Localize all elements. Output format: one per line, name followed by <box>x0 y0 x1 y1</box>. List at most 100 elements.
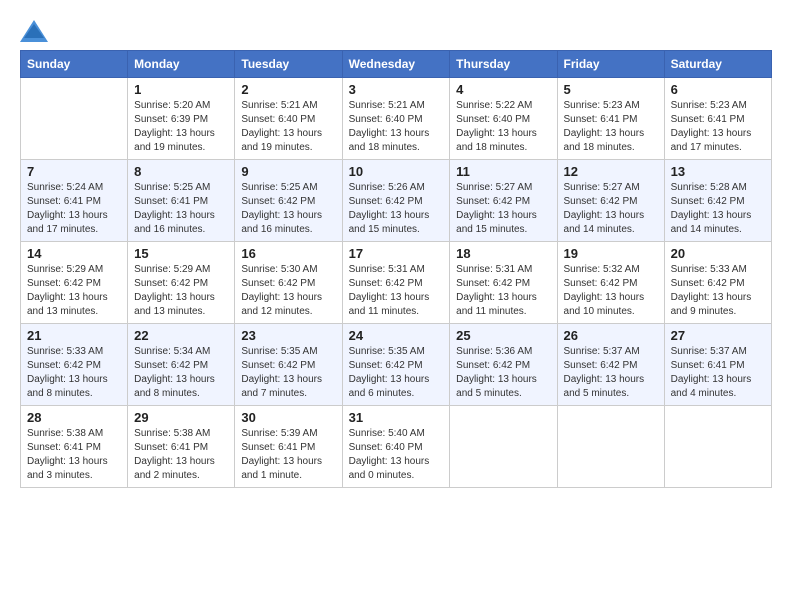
day-cell: 7Sunrise: 5:24 AMSunset: 6:41 PMDaylight… <box>21 160 128 242</box>
day-info: Sunrise: 5:22 AMSunset: 6:40 PMDaylight:… <box>456 99 550 155</box>
day-number: 15 <box>134 246 228 261</box>
day-number: 9 <box>241 164 335 179</box>
day-cell <box>450 406 557 488</box>
day-number: 19 <box>564 246 658 261</box>
day-info: Sunrise: 5:32 AMSunset: 6:42 PMDaylight:… <box>564 263 658 319</box>
day-cell: 9 Sunrise: 5:25 AMSunset: 6:42 PMDaylight… <box>235 160 342 242</box>
col-header-thursday: Thursday <box>450 51 557 78</box>
day-cell: 13Sunrise: 5:28 AMSunset: 6:42 PMDayligh… <box>664 160 771 242</box>
day-info: Sunrise: 5:25 AMSunset: 6:41 PMDaylight:… <box>134 181 228 237</box>
day-number: 17 <box>349 246 444 261</box>
day-cell: 25 Sunrise: 5:36 AMSunset: 6:42 PMDayligh… <box>450 324 557 406</box>
day-info: Sunrise: 5:38 AMSunset: 6:41 PMDaylight:… <box>134 427 228 483</box>
day-number: 2 <box>241 82 335 97</box>
day-cell: 24 Sunrise: 5:35 AMSunset: 6:42 PMDayligh… <box>342 324 450 406</box>
day-cell: 21 Sunrise: 5:33 AMSunset: 6:42 PMDayligh… <box>21 324 128 406</box>
week-row-2: 7Sunrise: 5:24 AMSunset: 6:41 PMDaylight… <box>21 160 772 242</box>
day-number: 4 <box>456 82 550 97</box>
day-info: Sunrise: 5:21 AMSunset: 6:40 PMDaylight:… <box>349 99 444 155</box>
day-cell: 19 Sunrise: 5:32 AMSunset: 6:42 PMDayligh… <box>557 242 664 324</box>
day-cell: 12 Sunrise: 5:27 AMSunset: 6:42 PMDayligh… <box>557 160 664 242</box>
day-cell: 11Sunrise: 5:27 AMSunset: 6:42 PMDayligh… <box>450 160 557 242</box>
day-cell: 31 Sunrise: 5:40 AMSunset: 6:40 PMDayligh… <box>342 406 450 488</box>
day-number: 22 <box>134 328 228 343</box>
week-row-1: 1Sunrise: 5:20 AMSunset: 6:39 PMDaylight… <box>21 78 772 160</box>
day-info: Sunrise: 5:36 AMSunset: 6:42 PMDaylight:… <box>456 345 550 401</box>
day-info: Sunrise: 5:29 AMSunset: 6:42 PMDaylight:… <box>134 263 228 319</box>
logo <box>20 20 48 40</box>
day-number: 26 <box>564 328 658 343</box>
logo-icon <box>20 20 44 40</box>
day-number: 24 <box>349 328 444 343</box>
day-info: Sunrise: 5:31 AMSunset: 6:42 PMDaylight:… <box>456 263 550 319</box>
day-info: Sunrise: 5:29 AMSunset: 6:42 PMDaylight:… <box>27 263 121 319</box>
day-number: 25 <box>456 328 550 343</box>
day-number: 28 <box>27 410 121 425</box>
day-info: Sunrise: 5:38 AMSunset: 6:41 PMDaylight:… <box>27 427 121 483</box>
day-number: 30 <box>241 410 335 425</box>
day-cell: 17 Sunrise: 5:31 AMSunset: 6:42 PMDayligh… <box>342 242 450 324</box>
day-cell: 14Sunrise: 5:29 AMSunset: 6:42 PMDayligh… <box>21 242 128 324</box>
day-number: 3 <box>349 82 444 97</box>
day-cell: 6 Sunrise: 5:23 AMSunset: 6:41 PMDaylight… <box>664 78 771 160</box>
day-cell: 8 Sunrise: 5:25 AMSunset: 6:41 PMDaylight… <box>128 160 235 242</box>
day-cell: 22 Sunrise: 5:34 AMSunset: 6:42 PMDayligh… <box>128 324 235 406</box>
day-cell: 26 Sunrise: 5:37 AMSunset: 6:42 PMDayligh… <box>557 324 664 406</box>
day-cell <box>664 406 771 488</box>
day-number: 6 <box>671 82 765 97</box>
day-number: 5 <box>564 82 658 97</box>
day-number: 12 <box>564 164 658 179</box>
day-info: Sunrise: 5:31 AMSunset: 6:42 PMDaylight:… <box>349 263 444 319</box>
day-cell: 30 Sunrise: 5:39 AMSunset: 6:41 PMDayligh… <box>235 406 342 488</box>
day-info: Sunrise: 5:37 AMSunset: 6:42 PMDaylight:… <box>564 345 658 401</box>
day-info: Sunrise: 5:33 AMSunset: 6:42 PMDaylight:… <box>671 263 765 319</box>
day-info: Sunrise: 5:25 AMSunset: 6:42 PMDaylight:… <box>241 181 335 237</box>
col-header-monday: Monday <box>128 51 235 78</box>
week-row-3: 14Sunrise: 5:29 AMSunset: 6:42 PMDayligh… <box>21 242 772 324</box>
day-number: 8 <box>134 164 228 179</box>
day-info: Sunrise: 5:27 AMSunset: 6:42 PMDaylight:… <box>564 181 658 237</box>
day-info: Sunrise: 5:21 AMSunset: 6:40 PMDaylight:… <box>241 99 335 155</box>
day-info: Sunrise: 5:34 AMSunset: 6:42 PMDaylight:… <box>134 345 228 401</box>
day-info: Sunrise: 5:26 AMSunset: 6:42 PMDaylight:… <box>349 181 444 237</box>
day-info: Sunrise: 5:24 AMSunset: 6:41 PMDaylight:… <box>27 181 121 237</box>
col-header-tuesday: Tuesday <box>235 51 342 78</box>
day-cell: 5Sunrise: 5:23 AMSunset: 6:41 PMDaylight… <box>557 78 664 160</box>
col-header-sunday: Sunday <box>21 51 128 78</box>
day-cell: 16Sunrise: 5:30 AMSunset: 6:42 PMDayligh… <box>235 242 342 324</box>
header <box>20 20 772 40</box>
day-cell: 10Sunrise: 5:26 AMSunset: 6:42 PMDayligh… <box>342 160 450 242</box>
day-cell: 4 Sunrise: 5:22 AMSunset: 6:40 PMDaylight… <box>450 78 557 160</box>
day-number: 31 <box>349 410 444 425</box>
day-cell <box>557 406 664 488</box>
day-number: 29 <box>134 410 228 425</box>
day-number: 18 <box>456 246 550 261</box>
day-cell: 20 Sunrise: 5:33 AMSunset: 6:42 PMDayligh… <box>664 242 771 324</box>
day-cell: 28 Sunrise: 5:38 AMSunset: 6:41 PMDayligh… <box>21 406 128 488</box>
day-cell: 23Sunrise: 5:35 AMSunset: 6:42 PMDayligh… <box>235 324 342 406</box>
day-cell: 27 Sunrise: 5:37 AMSunset: 6:41 PMDayligh… <box>664 324 771 406</box>
day-info: Sunrise: 5:30 AMSunset: 6:42 PMDaylight:… <box>241 263 335 319</box>
day-info: Sunrise: 5:37 AMSunset: 6:41 PMDaylight:… <box>671 345 765 401</box>
week-row-5: 28 Sunrise: 5:38 AMSunset: 6:41 PMDayligh… <box>21 406 772 488</box>
col-header-saturday: Saturday <box>664 51 771 78</box>
day-number: 20 <box>671 246 765 261</box>
day-cell: 3 Sunrise: 5:21 AMSunset: 6:40 PMDaylight… <box>342 78 450 160</box>
week-row-4: 21 Sunrise: 5:33 AMSunset: 6:42 PMDayligh… <box>21 324 772 406</box>
day-number: 27 <box>671 328 765 343</box>
day-number: 21 <box>27 328 121 343</box>
day-info: Sunrise: 5:23 AMSunset: 6:41 PMDaylight:… <box>671 99 765 155</box>
day-info: Sunrise: 5:40 AMSunset: 6:40 PMDaylight:… <box>349 427 444 483</box>
day-cell: 2 Sunrise: 5:21 AMSunset: 6:40 PMDaylight… <box>235 78 342 160</box>
day-info: Sunrise: 5:39 AMSunset: 6:41 PMDaylight:… <box>241 427 335 483</box>
calendar-header-row: SundayMondayTuesdayWednesdayThursdayFrid… <box>21 51 772 78</box>
day-info: Sunrise: 5:20 AMSunset: 6:39 PMDaylight:… <box>134 99 228 155</box>
col-header-friday: Friday <box>557 51 664 78</box>
day-number: 23 <box>241 328 335 343</box>
day-cell: 29 Sunrise: 5:38 AMSunset: 6:41 PMDayligh… <box>128 406 235 488</box>
col-header-wednesday: Wednesday <box>342 51 450 78</box>
day-info: Sunrise: 5:35 AMSunset: 6:42 PMDaylight:… <box>349 345 444 401</box>
day-cell: 18 Sunrise: 5:31 AMSunset: 6:42 PMDayligh… <box>450 242 557 324</box>
calendar-table: SundayMondayTuesdayWednesdayThursdayFrid… <box>20 50 772 488</box>
day-info: Sunrise: 5:33 AMSunset: 6:42 PMDaylight:… <box>27 345 121 401</box>
